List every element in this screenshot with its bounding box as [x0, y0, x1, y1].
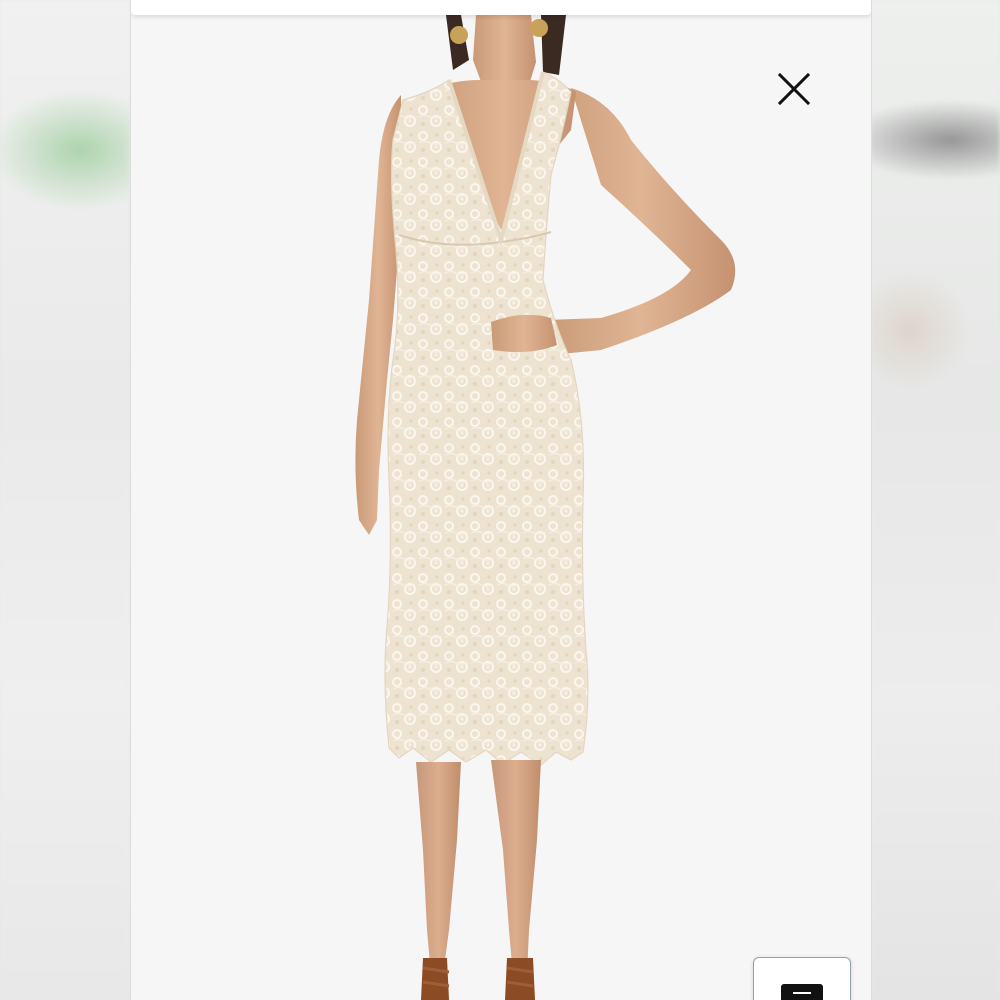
image-viewer-modal: [130, 0, 872, 1000]
close-icon: [777, 72, 811, 106]
modal-top-bar: [131, 0, 871, 15]
close-button[interactable]: [771, 66, 817, 112]
background-left-blur: [0, 0, 130, 1000]
background-right-blur: [870, 0, 1000, 1000]
chat-icon: [781, 984, 823, 1000]
product-photo: [355, 15, 736, 1000]
chat-button[interactable]: [753, 957, 851, 1000]
